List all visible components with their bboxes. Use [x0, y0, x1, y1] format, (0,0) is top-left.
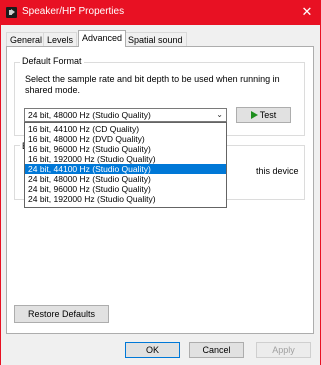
- play-icon: [250, 111, 258, 119]
- apply-button[interactable]: Apply: [256, 342, 311, 358]
- speaker-icon: [6, 7, 17, 18]
- format-option[interactable]: 16 bit, 44100 Hz (CD Quality): [25, 124, 226, 134]
- chevron-down-icon: ⌄: [216, 110, 223, 119]
- exclusive-mode-text: this device: [256, 166, 299, 176]
- cancel-button[interactable]: Cancel: [189, 342, 244, 358]
- format-option[interactable]: 24 bit, 96000 Hz (Studio Quality): [25, 184, 226, 194]
- test-button[interactable]: Test: [236, 107, 291, 123]
- close-icon[interactable]: ✕: [300, 4, 314, 20]
- tab-levels[interactable]: Levels: [43, 32, 78, 46]
- format-option-highlighted[interactable]: 24 bit, 44100 Hz (Studio Quality): [25, 164, 226, 174]
- test-button-label: Test: [259, 110, 277, 120]
- window-border-left: [0, 25, 1, 365]
- tab-advanced[interactable]: Advanced: [78, 30, 127, 47]
- format-dropdown-list: 16 bit, 44100 Hz (CD Quality) 16 bit, 48…: [24, 122, 227, 208]
- format-option[interactable]: 24 bit, 192000 Hz (Studio Quality): [25, 194, 226, 204]
- format-option[interactable]: 24 bit, 48000 Hz (Studio Quality): [25, 174, 226, 184]
- format-select[interactable]: 24 bit, 48000 Hz (Studio Quality) ⌄: [24, 108, 227, 122]
- format-option[interactable]: 16 bit, 48000 Hz (DVD Quality): [25, 134, 226, 144]
- format-select-value: 24 bit, 48000 Hz (Studio Quality): [28, 110, 151, 120]
- window-title: Speaker/HP Properties: [22, 6, 125, 17]
- ok-button[interactable]: OK: [125, 342, 180, 358]
- format-option[interactable]: 16 bit, 192000 Hz (Studio Quality): [25, 154, 226, 164]
- tab-spatial-sound[interactable]: Spatial sound: [124, 32, 187, 46]
- default-format-label: Default Format: [20, 56, 84, 66]
- restore-defaults-button[interactable]: Restore Defaults: [14, 305, 109, 323]
- format-option[interactable]: 16 bit, 96000 Hz (Studio Quality): [25, 144, 226, 154]
- tab-general[interactable]: General: [6, 32, 47, 46]
- format-description: Select the sample rate and bit depth to …: [25, 74, 280, 95]
